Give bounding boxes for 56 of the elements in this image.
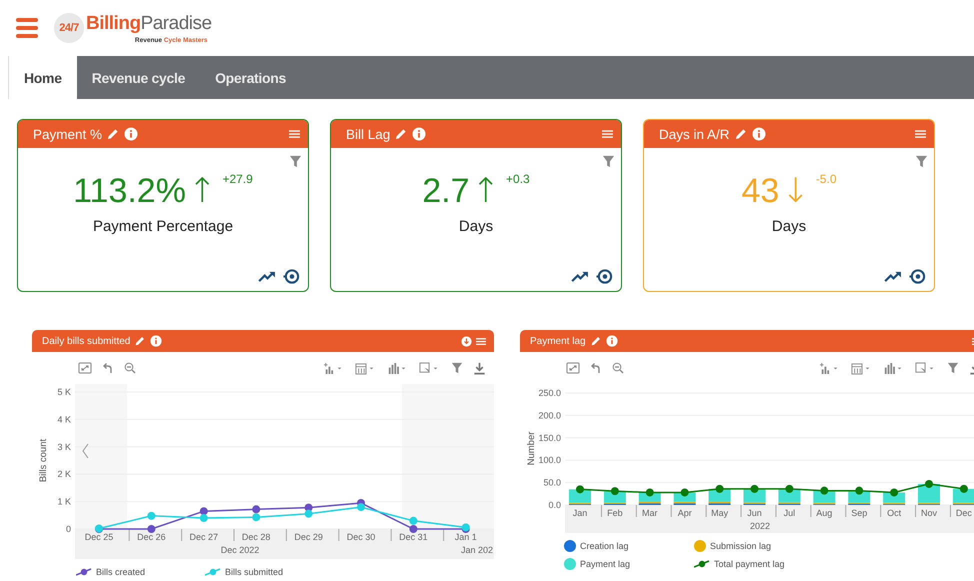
axis-label: Dec 31 bbox=[399, 532, 428, 542]
trend-arrow: ↑ bbox=[472, 172, 500, 210]
axis-label: Dec 29 bbox=[294, 532, 323, 542]
axis-label: 4 K bbox=[57, 414, 71, 424]
card-title: Payment % bbox=[33, 126, 102, 142]
axis-label: Aug bbox=[816, 508, 832, 518]
axis-label: Sep bbox=[851, 508, 868, 518]
axis-title: Number bbox=[526, 432, 537, 466]
axis-label: May bbox=[711, 508, 728, 518]
kpi-value: 2.7 bbox=[422, 172, 470, 210]
axis-label: 0.0 bbox=[548, 500, 561, 510]
axis-label: 2 K bbox=[57, 469, 71, 480]
axis-label: 0 bbox=[66, 524, 71, 534]
axis-label: 50.0 bbox=[543, 478, 561, 488]
logo-badge: 24/7 bbox=[54, 13, 84, 43]
kpi-value: 43 bbox=[741, 172, 780, 210]
axis-label: Dec 27 bbox=[190, 532, 218, 542]
axis-label: Mar bbox=[642, 508, 658, 518]
axis-label: Feb bbox=[607, 508, 623, 518]
axis-label: Dec 30 bbox=[346, 532, 376, 542]
axis-label: Jan 1 bbox=[454, 532, 477, 542]
trend-arrow: ↓ bbox=[781, 172, 810, 210]
axis-group-label: 2022 bbox=[750, 521, 770, 531]
trend-arrow: ↑ bbox=[188, 172, 216, 210]
card-title: Days in A/R bbox=[659, 126, 730, 142]
kpi-label: Days bbox=[772, 218, 806, 235]
kpi-label: Payment Percentage bbox=[92, 218, 234, 235]
axis-label: 1 K bbox=[57, 496, 71, 507]
kpi-value: 113.2% bbox=[73, 172, 186, 210]
axis-label: Jun bbox=[747, 508, 762, 518]
card-title: Bill Lag bbox=[346, 126, 390, 142]
axis-group-label: Dec 2022 bbox=[220, 545, 260, 555]
kpi-delta: -5.0 bbox=[816, 172, 836, 186]
axis-label: Dec 26 bbox=[137, 532, 166, 542]
kpi-label: Days bbox=[458, 218, 494, 235]
axis-label: 5 K bbox=[57, 387, 71, 397]
axis-label: Apr bbox=[678, 508, 692, 518]
axis-group-label: Jan 202 bbox=[460, 545, 493, 555]
panel-title: Daily bills submitted bbox=[42, 336, 130, 346]
axis-label: Nov bbox=[921, 508, 937, 518]
kpi-delta: +27.9 bbox=[222, 172, 253, 186]
axis-title: Bills count bbox=[38, 438, 49, 482]
axis-label: Dec 25 bbox=[84, 532, 114, 542]
axis-label: 100.0 bbox=[538, 455, 561, 466]
axis-label: 250.0 bbox=[538, 388, 561, 398]
axis-label: 150.0 bbox=[538, 432, 561, 443]
axis-label: 3 K bbox=[57, 442, 71, 452]
kpi-delta: +0.3 bbox=[506, 172, 530, 186]
axis-label: 200.0 bbox=[538, 410, 561, 420]
axis-label: Oct bbox=[887, 508, 902, 518]
axis-label: Jul bbox=[784, 508, 796, 518]
panel-title: Payment lag bbox=[530, 336, 586, 346]
logo-text: BillingParadise bbox=[86, 12, 212, 34]
axis-label: Jan bbox=[572, 508, 588, 518]
axis-label: Dec bbox=[956, 508, 972, 518]
axis-label: Dec 28 bbox=[242, 532, 270, 542]
